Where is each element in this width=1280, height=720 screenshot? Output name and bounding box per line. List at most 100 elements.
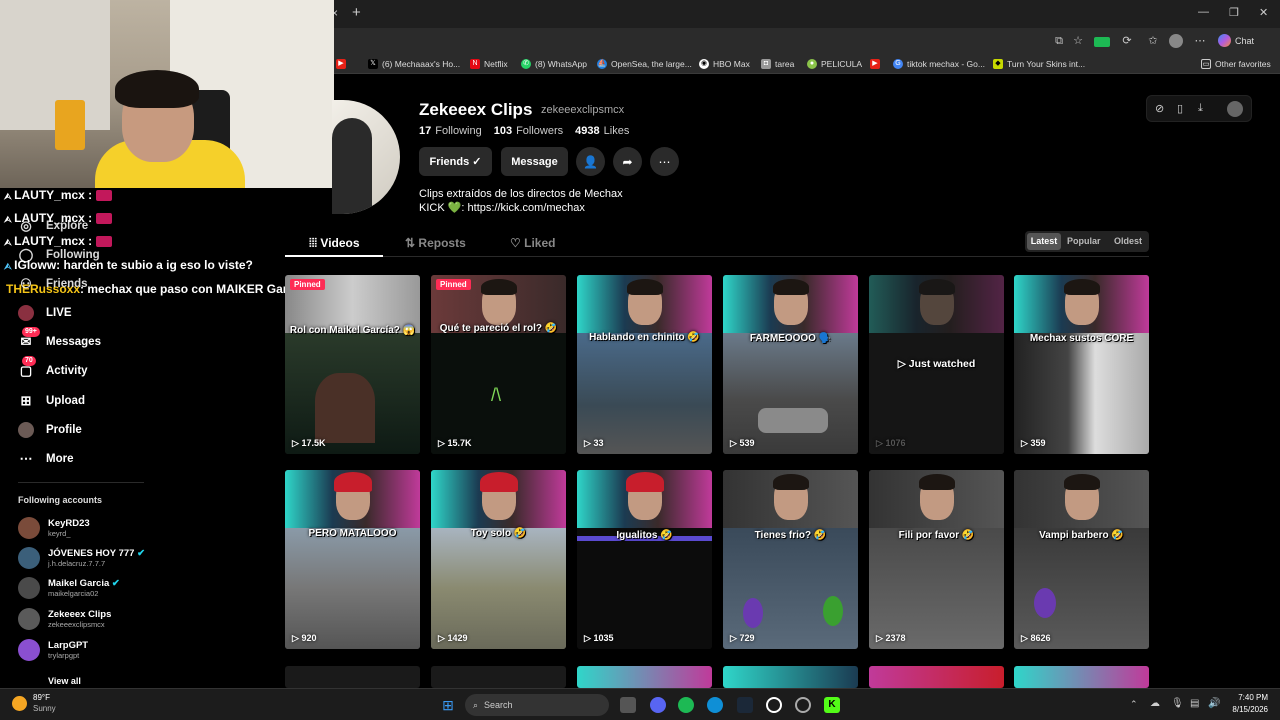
steam-icon[interactable] bbox=[737, 697, 753, 713]
play-icon: ▷ bbox=[438, 438, 445, 448]
analytics-icon[interactable]: ⊘ bbox=[1155, 102, 1164, 115]
video-card[interactable]: /\ Pinned Qué te pareció el rol? 🤣 ▷ 15.… bbox=[431, 275, 566, 454]
share-icon[interactable]: ➦ bbox=[613, 147, 642, 176]
weather-temp[interactable]: 89°F bbox=[33, 693, 50, 702]
following-account[interactable]: JÓVENES HOY 777 ✔ j.h.delacruz.7.7.7 bbox=[18, 545, 145, 571]
download-icon[interactable]: ⤓ bbox=[1198, 102, 1203, 115]
cloud-icon[interactable]: ☁ bbox=[1150, 698, 1160, 709]
pinned-badge: Pinned bbox=[436, 279, 471, 290]
microphone-icon[interactable]: 🎙 bbox=[1171, 698, 1184, 709]
obs-icon[interactable] bbox=[766, 697, 782, 713]
webcam-overlay bbox=[0, 0, 334, 188]
bookmark-item[interactable]: 𝕏 (6) Mechaaax's Ho... bbox=[368, 57, 460, 71]
friends-button[interactable]: Friends ✓ bbox=[419, 147, 492, 176]
nav-activity[interactable]: ▢ 70 Activity bbox=[18, 356, 88, 381]
kick-icon[interactable]: K bbox=[824, 697, 840, 713]
video-card[interactable]: ▷ Just watched ▷ 1076 bbox=[869, 275, 1004, 454]
sort-latest[interactable]: Latest bbox=[1027, 233, 1061, 250]
video-card[interactable] bbox=[869, 666, 1004, 688]
refresh-extension-icon[interactable]: ⟳ bbox=[1120, 34, 1134, 48]
other-favorites[interactable]: ▭ Other favorites bbox=[1201, 57, 1271, 71]
video-card[interactable] bbox=[1014, 666, 1149, 688]
video-card[interactable] bbox=[431, 666, 566, 688]
video-card[interactable]: Fili por favor 🤣 ▷ 2378 bbox=[869, 470, 1004, 649]
maximize-icon[interactable]: ❐ bbox=[1229, 6, 1239, 19]
user-avatar-icon[interactable] bbox=[1227, 101, 1243, 117]
sort-popular[interactable]: Popular bbox=[1067, 233, 1101, 250]
bookmark-item[interactable]: ◉ HBO Max bbox=[699, 57, 750, 71]
video-card[interactable]: Igualitos 🤣 ▷ 1035 bbox=[577, 470, 712, 649]
sort-oldest[interactable]: Oldest bbox=[1114, 233, 1142, 250]
taskbar-search[interactable]: ⌕ Search bbox=[465, 694, 609, 716]
nav-friends[interactable]: ⚇ Friends bbox=[18, 274, 87, 294]
nav-live[interactable]: LIVE bbox=[18, 303, 72, 323]
following-account[interactable]: KeyRD23 keyrd_ bbox=[18, 515, 90, 541]
tab-videos[interactable]: ⦙⦙⦙ Videos bbox=[309, 236, 360, 251]
discord-icon[interactable] bbox=[650, 697, 666, 713]
bookmark-item[interactable]: Gtiktok mechax - Go... bbox=[893, 57, 985, 71]
nav-upload[interactable]: ⊞ Upload bbox=[18, 391, 85, 411]
bookmark-youtube-icon[interactable]: ▶ bbox=[336, 57, 346, 71]
view-all-link[interactable]: View all bbox=[48, 676, 81, 686]
nav-explore[interactable]: ◎ Explore bbox=[18, 216, 88, 236]
video-card[interactable] bbox=[577, 666, 712, 688]
video-card[interactable]: FARMEOOOO 🗣️ ▷ 539 bbox=[723, 275, 858, 454]
more-options-icon[interactable]: ⋯ bbox=[1193, 34, 1207, 48]
new-tab-button[interactable]: + bbox=[352, 4, 361, 21]
favorite-star-icon[interactable]: ☆ bbox=[1071, 34, 1085, 48]
favorites-icon[interactable]: ✩ bbox=[1146, 34, 1160, 48]
following-account[interactable]: Zekeeex Clips zekeeexclipsmcx bbox=[18, 606, 111, 632]
video-card[interactable]: PERO MATALOOO ▷ 920 bbox=[285, 470, 420, 649]
extension-icon[interactable] bbox=[1094, 37, 1110, 47]
message-button[interactable]: Message bbox=[501, 147, 568, 176]
edge-icon[interactable] bbox=[707, 697, 723, 713]
video-card[interactable]: Mechax sustos CORE ▷ 359 bbox=[1014, 275, 1149, 454]
weather-desc[interactable]: Sunny bbox=[33, 704, 56, 713]
bookmark-item[interactable]: ✆ (8) WhatsApp bbox=[521, 57, 587, 71]
video-card[interactable]: Tienes frio? 🤣 ▷ 729 bbox=[723, 470, 858, 649]
video-card[interactable]: Pinned Rol con Maikel García? 😱 ▷ 17.5K bbox=[285, 275, 420, 454]
clock-time[interactable]: 7:40 PM bbox=[1232, 693, 1268, 702]
video-card[interactable]: Toy solo 🤣 ▷ 1429 bbox=[431, 470, 566, 649]
more-options-icon[interactable]: ⋯ bbox=[650, 147, 679, 176]
nav-more[interactable]: ⋯ More bbox=[18, 449, 74, 469]
phone-icon[interactable]: ▯ bbox=[1177, 102, 1183, 115]
nav-profile[interactable]: Profile bbox=[18, 420, 82, 440]
bookmark-item[interactable]: ◆ Turn Your Skins int... bbox=[993, 57, 1085, 71]
windows-start-icon[interactable]: ⊞ bbox=[440, 697, 456, 713]
network-icon[interactable]: ▤ bbox=[1190, 698, 1199, 709]
following-account[interactable]: LarpGPT trylarpgpt bbox=[18, 637, 88, 663]
bookmark-item[interactable]: N Netflix bbox=[470, 57, 508, 71]
task-view-icon[interactable] bbox=[620, 697, 636, 713]
clock-date[interactable]: 8/15/2026 bbox=[1224, 705, 1268, 714]
window-close-icon[interactable]: ✕ bbox=[1259, 6, 1268, 19]
bookmark-item[interactable]: ⛵ OpenSea, the large... bbox=[597, 57, 692, 71]
chevron-up-icon[interactable]: ⌃ bbox=[1130, 699, 1138, 710]
add-friend-icon[interactable]: 👤 bbox=[576, 147, 605, 176]
video-card[interactable] bbox=[723, 666, 858, 688]
bookmark-item[interactable]: ● PELICULA bbox=[807, 57, 862, 71]
spotify-icon[interactable] bbox=[678, 697, 694, 713]
split-screen-icon[interactable]: ⧉ bbox=[1052, 34, 1066, 48]
tab-reposts[interactable]: ⇅ Reposts bbox=[405, 236, 466, 250]
live-icon bbox=[18, 305, 34, 321]
repost-icon: ⇅ bbox=[405, 236, 416, 250]
copilot-chat-button[interactable]: Chat bbox=[1218, 34, 1254, 47]
followers-count: 103 bbox=[493, 125, 513, 137]
video-card[interactable]: Vampi barbero 🤣 ▷ 8626 bbox=[1014, 470, 1149, 649]
chrome-icon[interactable] bbox=[795, 697, 811, 713]
video-views: ▷ 1035 bbox=[584, 633, 614, 643]
nav-following[interactable]: ◯ Following bbox=[18, 245, 100, 265]
profile-bio: Clips extraídos de los directos de Mecha… bbox=[419, 188, 623, 214]
bookmark-youtube-icon[interactable]: ▶ bbox=[870, 57, 880, 71]
profile-stats: 17 Following 103 Followers 4938 Likes bbox=[419, 125, 630, 137]
bookmark-item[interactable]: ◘ tarea bbox=[761, 57, 794, 71]
volume-icon[interactable]: 🔊 bbox=[1208, 698, 1220, 709]
video-card[interactable]: Hablando en chinito 🤣 ▷ 33 bbox=[577, 275, 712, 454]
minimize-icon[interactable]: — bbox=[1198, 6, 1209, 18]
nav-messages[interactable]: ✉ 99+ Messages bbox=[18, 327, 101, 352]
user-avatar-icon[interactable] bbox=[1169, 34, 1183, 48]
tab-liked[interactable]: ♡ Liked bbox=[510, 236, 555, 250]
video-card[interactable] bbox=[285, 666, 420, 688]
following-account[interactable]: Maikel Garcia ✔ maikelgarcia02 bbox=[18, 575, 120, 601]
